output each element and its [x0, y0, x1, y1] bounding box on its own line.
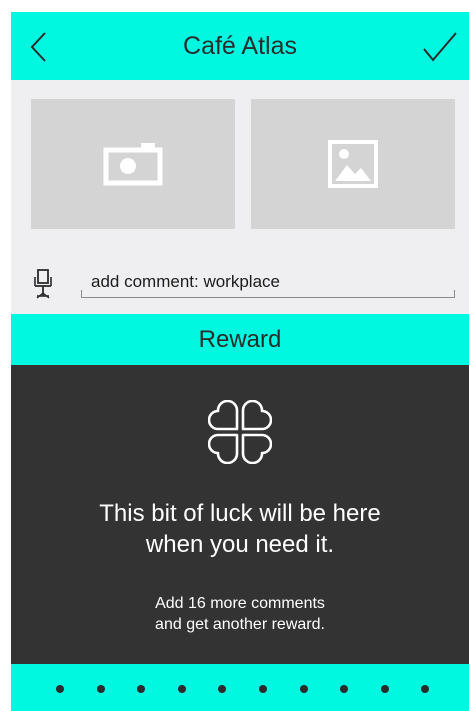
choose-image-button[interactable] [251, 99, 455, 229]
clover-icon [208, 400, 272, 464]
comment-text: add comment: workplace [91, 272, 280, 291]
page-dot[interactable] [96, 685, 105, 693]
reward-panel: This bit of luck will be here when you n… [11, 365, 469, 664]
page-dot[interactable] [259, 685, 267, 693]
reward-message: This bit of luck will be here when you n… [11, 498, 469, 560]
app-screen: Café Atlas add comment: workplace Reward… [11, 12, 469, 711]
page-dot[interactable] [177, 685, 186, 693]
page-title: Café Atlas [183, 31, 297, 60]
checkmark-icon[interactable] [421, 30, 459, 64]
page-dot[interactable] [56, 685, 64, 693]
top-bar: Café Atlas [11, 12, 469, 80]
reward-hint-line-1: Add 16 more comments [155, 595, 325, 612]
input-underline [81, 297, 455, 298]
page-dot[interactable] [137, 685, 146, 693]
camera-icon [103, 143, 163, 186]
comment-input[interactable]: add comment: workplace [81, 268, 455, 298]
input-tick-left [81, 290, 82, 298]
input-tick-right [454, 290, 455, 298]
reward-header: Reward [11, 314, 469, 365]
page-indicator [11, 664, 469, 711]
page-dot[interactable] [421, 685, 430, 693]
page-dot[interactable] [299, 685, 308, 693]
reward-hint-line-2: and get another reward. [155, 616, 325, 633]
page-dot[interactable] [340, 685, 349, 693]
chair-icon [34, 269, 52, 299]
reward-hint: Add 16 more comments and get another rew… [11, 593, 469, 635]
reward-message-line-1: This bit of luck will be here [99, 500, 381, 527]
back-chevron-icon[interactable] [27, 30, 51, 64]
reward-message-line-2: when you need it. [145, 531, 335, 558]
page-dot[interactable] [380, 685, 389, 693]
take-photo-button[interactable] [31, 99, 235, 229]
image-icon [328, 140, 378, 188]
page-dot[interactable] [218, 685, 227, 693]
